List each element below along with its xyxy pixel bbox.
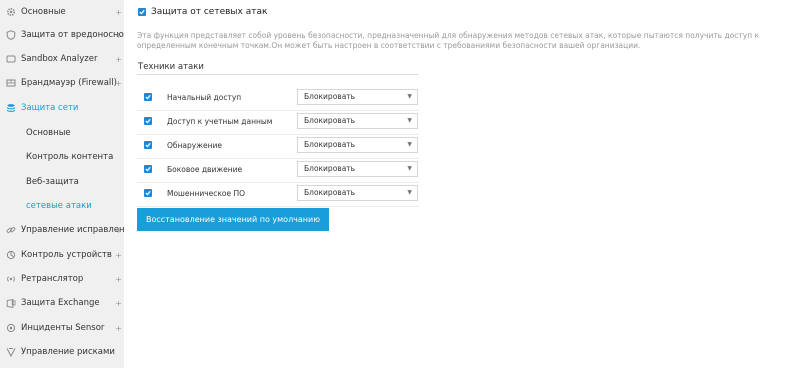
sidebar-item-label: Управление рисками xyxy=(21,347,115,357)
expand-icon[interactable]: + xyxy=(115,275,122,284)
device-icon xyxy=(6,250,16,260)
link-icon xyxy=(6,225,16,235)
select-value: Блокировать xyxy=(304,188,356,197)
sidebar-item-label: Основные xyxy=(21,7,66,17)
attack-techniques-table: Начальный доступ Блокировать ▼ Доступ к … xyxy=(137,87,419,207)
risk-icon xyxy=(6,347,16,357)
chevron-down-icon: ▼ xyxy=(407,189,412,196)
sidebar-item-device-control[interactable]: Контроль устройств + xyxy=(0,243,124,267)
checkbox-checked-icon[interactable] xyxy=(138,8,146,16)
technique-name: Обнаружение xyxy=(167,141,222,150)
sidebar-subitem-general[interactable]: Основные xyxy=(26,121,71,145)
technique-action-select[interactable]: Блокировать ▼ xyxy=(297,185,418,201)
sidebar-subitem-network-attacks[interactable]: сетевые атаки xyxy=(26,194,92,218)
chevron-down-icon: ▼ xyxy=(407,117,412,124)
checkbox-checked-icon[interactable] xyxy=(144,189,152,197)
technique-row: Мошенническое ПО Блокировать ▼ xyxy=(137,183,419,207)
feature-description: Эта функция представляет собой уровень б… xyxy=(137,31,760,50)
exchange-icon xyxy=(6,298,16,308)
sidebar-item-firewall[interactable]: Брандмауэр (Firewall) + xyxy=(0,71,124,95)
checkbox-checked-icon[interactable] xyxy=(144,141,152,149)
expand-icon[interactable]: + xyxy=(115,79,122,88)
sidebar: Основные + Защита от вредоносного + Sand… xyxy=(0,0,124,368)
checkbox-checked-icon[interactable] xyxy=(144,93,152,101)
sidebar-item-label: Ретранслятор xyxy=(21,274,84,284)
expand-icon[interactable]: + xyxy=(115,8,122,17)
restore-defaults-button[interactable]: Восстановление значений по умолчанию xyxy=(137,208,329,231)
sidebar-item-label: Защита от вредоносного xyxy=(21,30,124,40)
technique-action-select[interactable]: Блокировать ▼ xyxy=(297,113,418,129)
sidebar-item-label: Защита Exchange xyxy=(21,298,100,308)
sidebar-item-label: Sandbox Analyzer xyxy=(21,54,98,64)
stack-icon xyxy=(6,103,16,113)
firewall-icon xyxy=(6,78,16,88)
technique-name: Мошенническое ПО xyxy=(167,189,246,198)
chevron-down-icon: ▼ xyxy=(407,165,412,172)
sidebar-subitem-web-protection[interactable]: Веб-защита xyxy=(26,170,79,194)
checkbox-checked-icon[interactable] xyxy=(144,117,152,125)
technique-row: Боковое движение Блокировать ▼ xyxy=(137,159,419,183)
expand-icon[interactable]: + xyxy=(115,324,122,333)
technique-row: Обнаружение Блокировать ▼ xyxy=(137,135,419,159)
sidebar-item-label: Контроль устройств xyxy=(21,250,112,260)
technique-name: Начальный доступ xyxy=(167,93,242,102)
sidebar-item-exchange[interactable]: Защита Exchange + xyxy=(0,291,124,315)
select-value: Блокировать xyxy=(304,140,356,149)
sidebar-item-label: Защита сети xyxy=(21,103,79,113)
sidebar-item-label: Инциденты Sensor xyxy=(21,323,105,333)
sidebar-subitem-content-control[interactable]: Контроль контента xyxy=(26,145,113,169)
technique-action-select[interactable]: Блокировать ▼ xyxy=(297,137,418,153)
sidebar-item-relay[interactable]: Ретранслятор + xyxy=(0,267,124,291)
gear-icon xyxy=(6,7,16,17)
technique-row: Доступ к учетным данным Блокировать ▼ xyxy=(137,111,419,135)
main-content: Защита от сетевых атак Эта функция предс… xyxy=(124,0,800,368)
technique-action-select[interactable]: Блокировать ▼ xyxy=(297,161,418,177)
sidebar-item-label: Брандмауэр (Firewall) xyxy=(21,78,117,88)
relay-icon xyxy=(6,274,16,284)
expand-icon[interactable]: + xyxy=(115,31,122,40)
technique-name: Доступ к учетным данным xyxy=(167,117,273,126)
expand-icon[interactable]: + xyxy=(115,251,122,260)
section-header-title: Защита от сетевых атак xyxy=(151,7,268,17)
network-attack-protection-toggle[interactable]: Защита от сетевых атак xyxy=(138,7,267,17)
sidebar-item-sandbox[interactable]: Sandbox Analyzer + xyxy=(0,47,124,71)
attack-techniques-title: Техники атаки xyxy=(138,62,204,72)
select-value: Блокировать xyxy=(304,164,356,173)
sidebar-item-label: Управление исправлениями xyxy=(21,225,124,235)
chevron-down-icon: ▼ xyxy=(407,93,412,100)
chevron-down-icon: ▼ xyxy=(407,141,412,148)
select-value: Блокировать xyxy=(304,116,356,125)
expand-icon[interactable]: + xyxy=(115,226,122,235)
sensor-icon xyxy=(6,323,16,333)
technique-row: Начальный доступ Блокировать ▼ xyxy=(137,87,419,111)
expand-icon[interactable]: + xyxy=(115,55,122,64)
technique-name: Боковое движение xyxy=(167,165,243,174)
sidebar-item-network-protection[interactable]: Защита сети xyxy=(0,96,124,120)
checkbox-checked-icon[interactable] xyxy=(144,165,152,173)
sidebar-item-antimalware[interactable]: Защита от вредоносного + xyxy=(0,23,124,47)
sidebar-item-general[interactable]: Основные + xyxy=(0,0,124,24)
shield-icon xyxy=(6,30,16,40)
sandbox-icon xyxy=(6,54,16,64)
sidebar-item-patch-management[interactable]: Управление исправлениями + xyxy=(0,218,124,242)
technique-action-select[interactable]: Блокировать ▼ xyxy=(297,89,418,105)
expand-icon[interactable]: + xyxy=(115,299,122,308)
select-value: Блокировать xyxy=(304,92,356,101)
divider xyxy=(137,74,419,75)
sidebar-item-risk-management[interactable]: Управление рисками xyxy=(0,340,124,364)
sidebar-item-sensor-incidents[interactable]: Инциденты Sensor + xyxy=(0,316,124,340)
